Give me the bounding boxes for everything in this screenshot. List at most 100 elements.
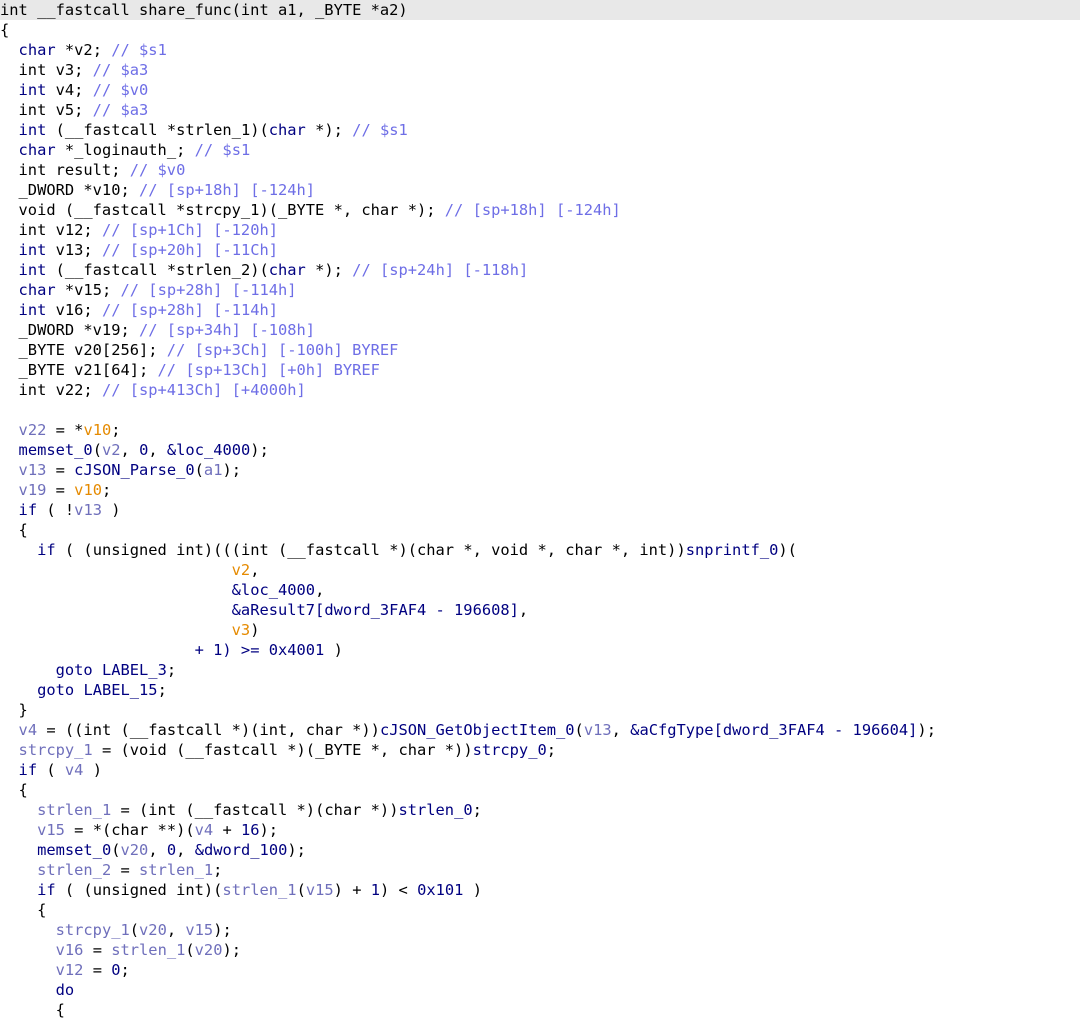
code-token: )	[83, 761, 102, 779]
code-line[interactable]: strcpy_1(v20, v15);	[0, 920, 1080, 940]
code-line[interactable]: goto LABEL_3;	[0, 660, 1080, 680]
code-line[interactable]: {	[0, 1000, 1080, 1020]
code-token: // [sp+28h] [-114h]	[120, 281, 297, 299]
code-line[interactable]: void (__fastcall *strcpy_1)(_BYTE *, cha…	[0, 200, 1080, 220]
code-token: // [sp+13Ch] [+0h] BYREF	[157, 361, 380, 379]
code-token: &loc_4000	[231, 581, 316, 599]
code-line[interactable]: goto LABEL_15;	[0, 680, 1080, 700]
code-token: );	[213, 921, 232, 939]
code-line[interactable]: if ( (unsigned int)(strlen_1(v15) + 1) <…	[0, 880, 1080, 900]
code-token: v4	[194, 821, 214, 839]
code-line[interactable]: v4 = ((int (__fastcall *)(int, char *))c…	[0, 720, 1080, 740]
code-token: // $s1	[194, 141, 251, 159]
code-token: _DWORD *v10;	[0, 181, 139, 199]
code-token: // [sp+18h] [-124h]	[444, 201, 621, 219]
code-token: =	[83, 961, 112, 979]
code-line[interactable]: {	[0, 20, 1080, 40]
code-line[interactable]: strlen_1 = (int (__fastcall *)(char *))s…	[0, 800, 1080, 820]
code-token: // [sp+18h] [-124h]	[139, 181, 316, 199]
code-token: int	[18, 121, 47, 139]
code-token: strlen_1	[139, 861, 214, 879]
code-token: ,	[315, 581, 325, 599]
code-token: v13	[18, 461, 47, 479]
code-token: // $a3	[92, 61, 149, 79]
code-line[interactable]: do	[0, 980, 1080, 1000]
code-line[interactable]: + 1) >= 0x4001 )	[0, 640, 1080, 660]
code-line[interactable]: v2,	[0, 560, 1080, 580]
code-line[interactable]: int (__fastcall *strlen_2)(char *); // […	[0, 260, 1080, 280]
code-line[interactable]: v13 = cJSON_Parse_0(a1);	[0, 460, 1080, 480]
code-token: = *(char **)(	[64, 821, 195, 839]
code-line[interactable]: {	[0, 900, 1080, 920]
code-line[interactable]: strlen_2 = strlen_1;	[0, 860, 1080, 880]
code-line[interactable]: v12 = 0;	[0, 960, 1080, 980]
code-line[interactable]: _BYTE v21[64]; // [sp+13Ch] [+0h] BYREF	[0, 360, 1080, 380]
code-token: =	[111, 861, 140, 879]
code-line[interactable]: int v4; // $v0	[0, 80, 1080, 100]
code-line[interactable]: &aResult7[dword_3FAF4 - 196608],	[0, 600, 1080, 620]
code-line[interactable]: _DWORD *v10; // [sp+18h] [-124h]	[0, 180, 1080, 200]
code-token: // $a3	[92, 101, 149, 119]
code-line[interactable]: }	[0, 700, 1080, 720]
code-line[interactable]: int v16; // [sp+28h] [-114h]	[0, 300, 1080, 320]
code-token: (	[296, 881, 306, 899]
code-line[interactable]: v19 = v10;	[0, 480, 1080, 500]
code-token: v20	[194, 941, 223, 959]
function-signature-line[interactable]: int __fastcall share_func(int a1, _BYTE …	[0, 0, 1080, 20]
code-line[interactable]: int result; // $v0	[0, 160, 1080, 180]
code-line[interactable]	[0, 400, 1080, 420]
code-token: );	[917, 721, 936, 739]
code-line[interactable]: int v3; // $a3	[0, 60, 1080, 80]
code-token: );	[222, 461, 242, 479]
code-token: _BYTE v21[64];	[0, 361, 158, 379]
code-token: strlen_1	[222, 881, 297, 899]
code-token: &loc_4000	[166, 441, 251, 459]
code-token: strcpy_1	[18, 741, 93, 759]
code-token: int	[18, 241, 47, 259]
code-token: 0x101	[417, 881, 464, 899]
code-line[interactable]: _BYTE v20[256]; // [sp+3Ch] [-100h] BYRE…	[0, 340, 1080, 360]
code-line[interactable]: v15 = *(char **)(v4 + 16);	[0, 820, 1080, 840]
code-line[interactable]: memset_0(v2, 0, &loc_4000);	[0, 440, 1080, 460]
code-line[interactable]: strcpy_1 = (void (__fastcall *)(_BYTE *,…	[0, 740, 1080, 760]
code-token: ,	[518, 601, 529, 619]
code-line[interactable]: char *v2; // $s1	[0, 40, 1080, 60]
code-line[interactable]: char *_loginauth_; // $s1	[0, 140, 1080, 160]
code-line[interactable]: {	[0, 520, 1080, 540]
code-line[interactable]: char *v15; // [sp+28h] [-114h]	[0, 280, 1080, 300]
code-line[interactable]: v16 = strlen_1(v20);	[0, 940, 1080, 960]
code-token: (	[574, 721, 584, 739]
code-line[interactable]: memset_0(v20, 0, &dword_100);	[0, 840, 1080, 860]
code-token: 16	[240, 821, 260, 839]
code-token: strlen_2	[37, 861, 112, 879]
code-token: v16;	[46, 301, 102, 319]
pseudocode-view[interactable]: int __fastcall share_func(int a1, _BYTE …	[0, 0, 1080, 1019]
code-line[interactable]: int (__fastcall *strlen_1)(char *); // $…	[0, 120, 1080, 140]
code-line[interactable]: &loc_4000,	[0, 580, 1080, 600]
code-line[interactable]: int v22; // [sp+413Ch] [+4000h]	[0, 380, 1080, 400]
code-line[interactable]: _DWORD *v19; // [sp+34h] [-108h]	[0, 320, 1080, 340]
code-line[interactable]: if ( !v13 )	[0, 500, 1080, 520]
code-token: =	[83, 941, 112, 959]
code-line[interactable]: v22 = *v10;	[0, 420, 1080, 440]
code-token: &dword_100	[194, 841, 288, 859]
code-line[interactable]: int v13; // [sp+20h] [-11Ch]	[0, 240, 1080, 260]
code-line[interactable]: if ( v4 )	[0, 760, 1080, 780]
code-line[interactable]: int v12; // [sp+1Ch] [-120h]	[0, 220, 1080, 240]
code-token: ,	[120, 441, 140, 459]
code-token: (	[92, 441, 102, 459]
code-token: strlen_1	[111, 941, 186, 959]
code-line[interactable]: v3)	[0, 620, 1080, 640]
code-token: int	[18, 261, 47, 279]
code-token: goto	[37, 681, 75, 699]
code-line[interactable]: if ( (unsigned int)(((int (__fastcall *)…	[0, 540, 1080, 560]
code-line[interactable]: int v5; // $a3	[0, 100, 1080, 120]
code-line[interactable]: {	[0, 780, 1080, 800]
